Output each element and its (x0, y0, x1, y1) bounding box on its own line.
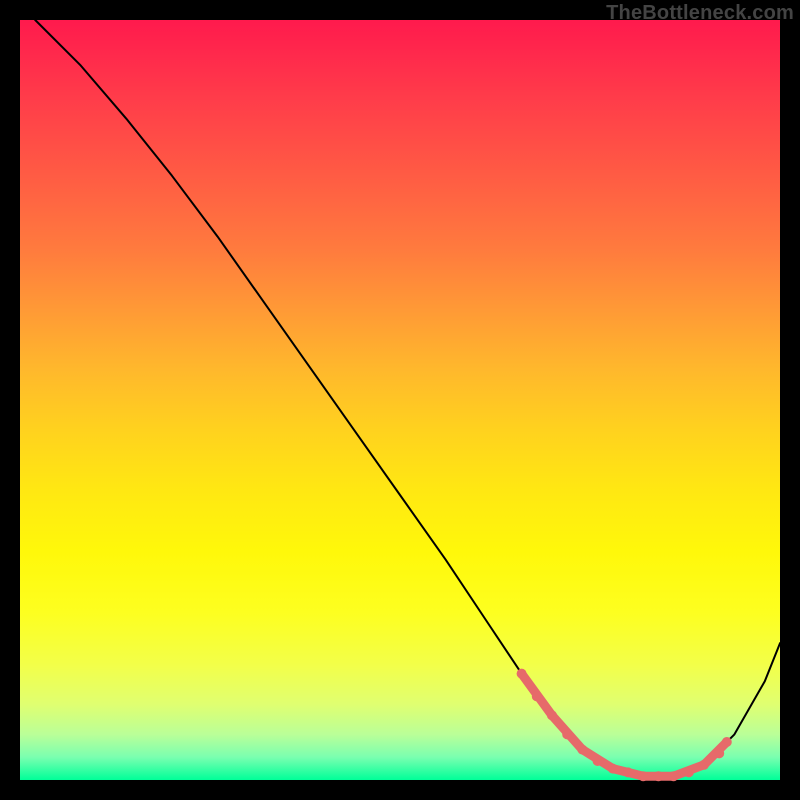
accent-dot (669, 771, 679, 781)
accent-dot (593, 756, 603, 766)
accent-dot (714, 748, 724, 758)
accent-dot (577, 745, 587, 755)
accent-right (674, 742, 727, 776)
accent-dot (562, 729, 572, 739)
accent-dot (623, 767, 633, 777)
accent-dot (532, 691, 542, 701)
accent-dot (517, 669, 527, 679)
chart-overlay (20, 20, 780, 780)
accent-dot (699, 760, 709, 770)
accent-dot (653, 771, 663, 781)
accent-dot (722, 737, 732, 747)
accent-dot (608, 764, 618, 774)
main-curve (35, 20, 780, 776)
accent-dot (547, 710, 557, 720)
chart-frame: TheBottleneck.com (0, 0, 800, 800)
accent-dot (684, 767, 694, 777)
accent-dots (517, 669, 732, 782)
accent-dot (638, 771, 648, 781)
